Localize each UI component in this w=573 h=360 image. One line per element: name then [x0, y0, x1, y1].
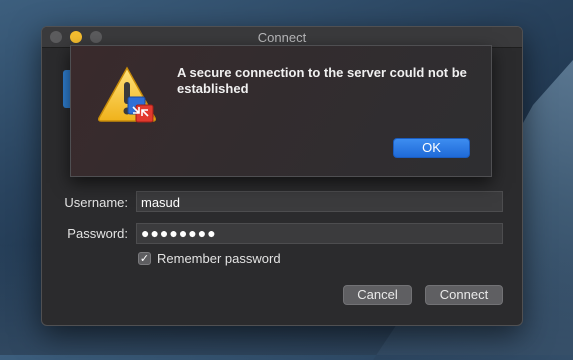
ok-button[interactable]: OK — [393, 138, 470, 158]
remember-password-label: Remember password — [157, 251, 281, 266]
warning-icon — [97, 66, 161, 128]
password-field[interactable]: ●●●●●●●● — [136, 223, 503, 244]
connect-button[interactable]: Connect — [425, 285, 503, 305]
username-label: Username: — [64, 195, 128, 210]
cancel-button[interactable]: Cancel — [343, 285, 412, 305]
remember-password-checkbox[interactable]: ✓ — [138, 252, 151, 265]
window-title: Connect — [257, 30, 307, 45]
username-field[interactable]: masud — [136, 191, 503, 212]
password-label: Password: — [67, 226, 128, 241]
alert-message: A secure connection to the server could … — [177, 65, 467, 96]
alert-sheet: A secure connection to the server could … — [70, 45, 492, 177]
